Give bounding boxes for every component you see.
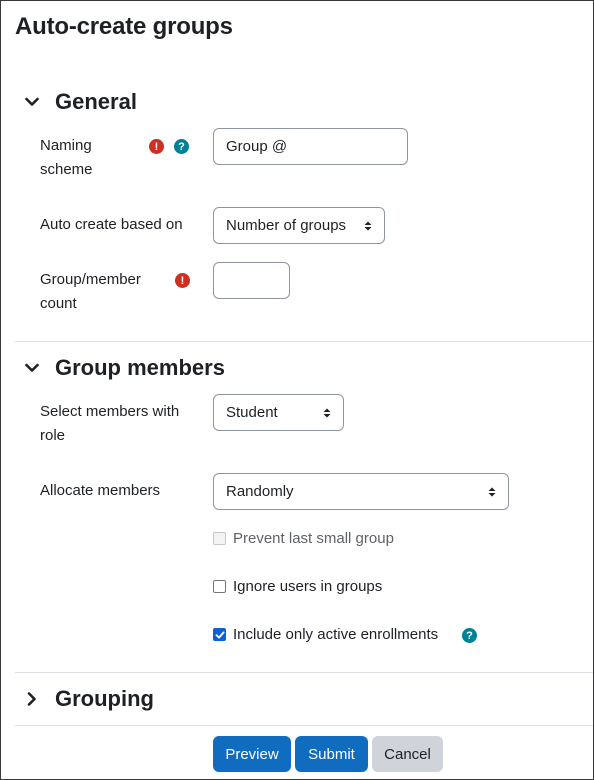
naming-scheme-label-line2: scheme	[40, 161, 93, 178]
auto-create-label: Auto create based on	[40, 216, 183, 233]
role-select[interactable]: Student	[213, 394, 344, 431]
group-member-count-label-line2: count	[40, 295, 77, 312]
role-select-value: Student	[226, 404, 278, 421]
form-container: Auto-create groups General Naming scheme…	[0, 0, 594, 780]
allocate-members-select[interactable]: Randomly	[213, 473, 509, 510]
ignore-users-in-groups-checkbox[interactable]	[213, 580, 226, 593]
chevron-down-icon	[21, 91, 43, 113]
help-icon[interactable]: ?	[462, 628, 477, 643]
section-toggle-group-members[interactable]: Group members	[21, 353, 225, 383]
preview-button[interactable]: Preview	[213, 736, 291, 772]
chevron-right-icon	[21, 688, 43, 710]
chevron-down-icon	[21, 357, 43, 379]
group-member-count-input[interactable]	[213, 262, 290, 299]
group-member-count-label-line1: Group/member	[40, 271, 141, 288]
cancel-button[interactable]: Cancel	[372, 736, 443, 772]
section-toggle-grouping[interactable]: Grouping	[21, 684, 154, 714]
select-members-role-label-line1: Select members with	[40, 403, 180, 420]
section-divider	[15, 341, 593, 342]
section-toggle-general[interactable]: General	[21, 87, 137, 117]
section-divider	[15, 672, 593, 673]
include-active-enrollments-label[interactable]: Include only active enrollments	[233, 626, 438, 643]
prevent-last-small-group-row: Prevent last small group	[213, 530, 394, 547]
select-arrows-icon	[364, 221, 372, 230]
select-arrows-icon	[488, 487, 496, 496]
auto-create-select-value: Number of groups	[226, 217, 347, 234]
section-title-general: General	[55, 89, 137, 114]
include-active-enrollments-row: Include only active enrollments	[213, 626, 438, 643]
required-icon: !	[149, 139, 164, 154]
section-divider	[15, 725, 593, 726]
ignore-users-in-groups-row: Ignore users in groups	[213, 578, 382, 595]
naming-scheme-label-line1: Naming	[40, 137, 92, 154]
select-members-role-label: Select members with role	[40, 400, 179, 448]
allocate-members-select-value: Randomly	[226, 483, 294, 500]
include-active-enrollments-checkbox[interactable]	[213, 628, 226, 641]
required-icon: !	[175, 273, 190, 288]
ignore-users-in-groups-label[interactable]: Ignore users in groups	[233, 578, 382, 595]
select-arrows-icon	[323, 408, 331, 417]
auto-create-select[interactable]: Number of groups	[213, 207, 385, 244]
checkmark-icon	[215, 631, 224, 638]
submit-button[interactable]: Submit	[295, 736, 368, 772]
page-title: Auto-create groups	[15, 13, 233, 40]
allocate-members-label: Allocate members	[40, 482, 161, 499]
help-icon[interactable]: ?	[174, 139, 189, 154]
section-title-grouping: Grouping	[55, 686, 154, 711]
prevent-last-small-group-checkbox	[213, 532, 226, 545]
section-title-group-members: Group members	[55, 355, 225, 380]
naming-scheme-label: Naming scheme	[40, 134, 93, 182]
select-members-role-label-line2: role	[40, 427, 66, 444]
group-member-count-label: Group/member count	[40, 268, 141, 316]
naming-scheme-input[interactable]	[213, 128, 408, 165]
prevent-last-small-group-label: Prevent last small group	[233, 530, 394, 547]
